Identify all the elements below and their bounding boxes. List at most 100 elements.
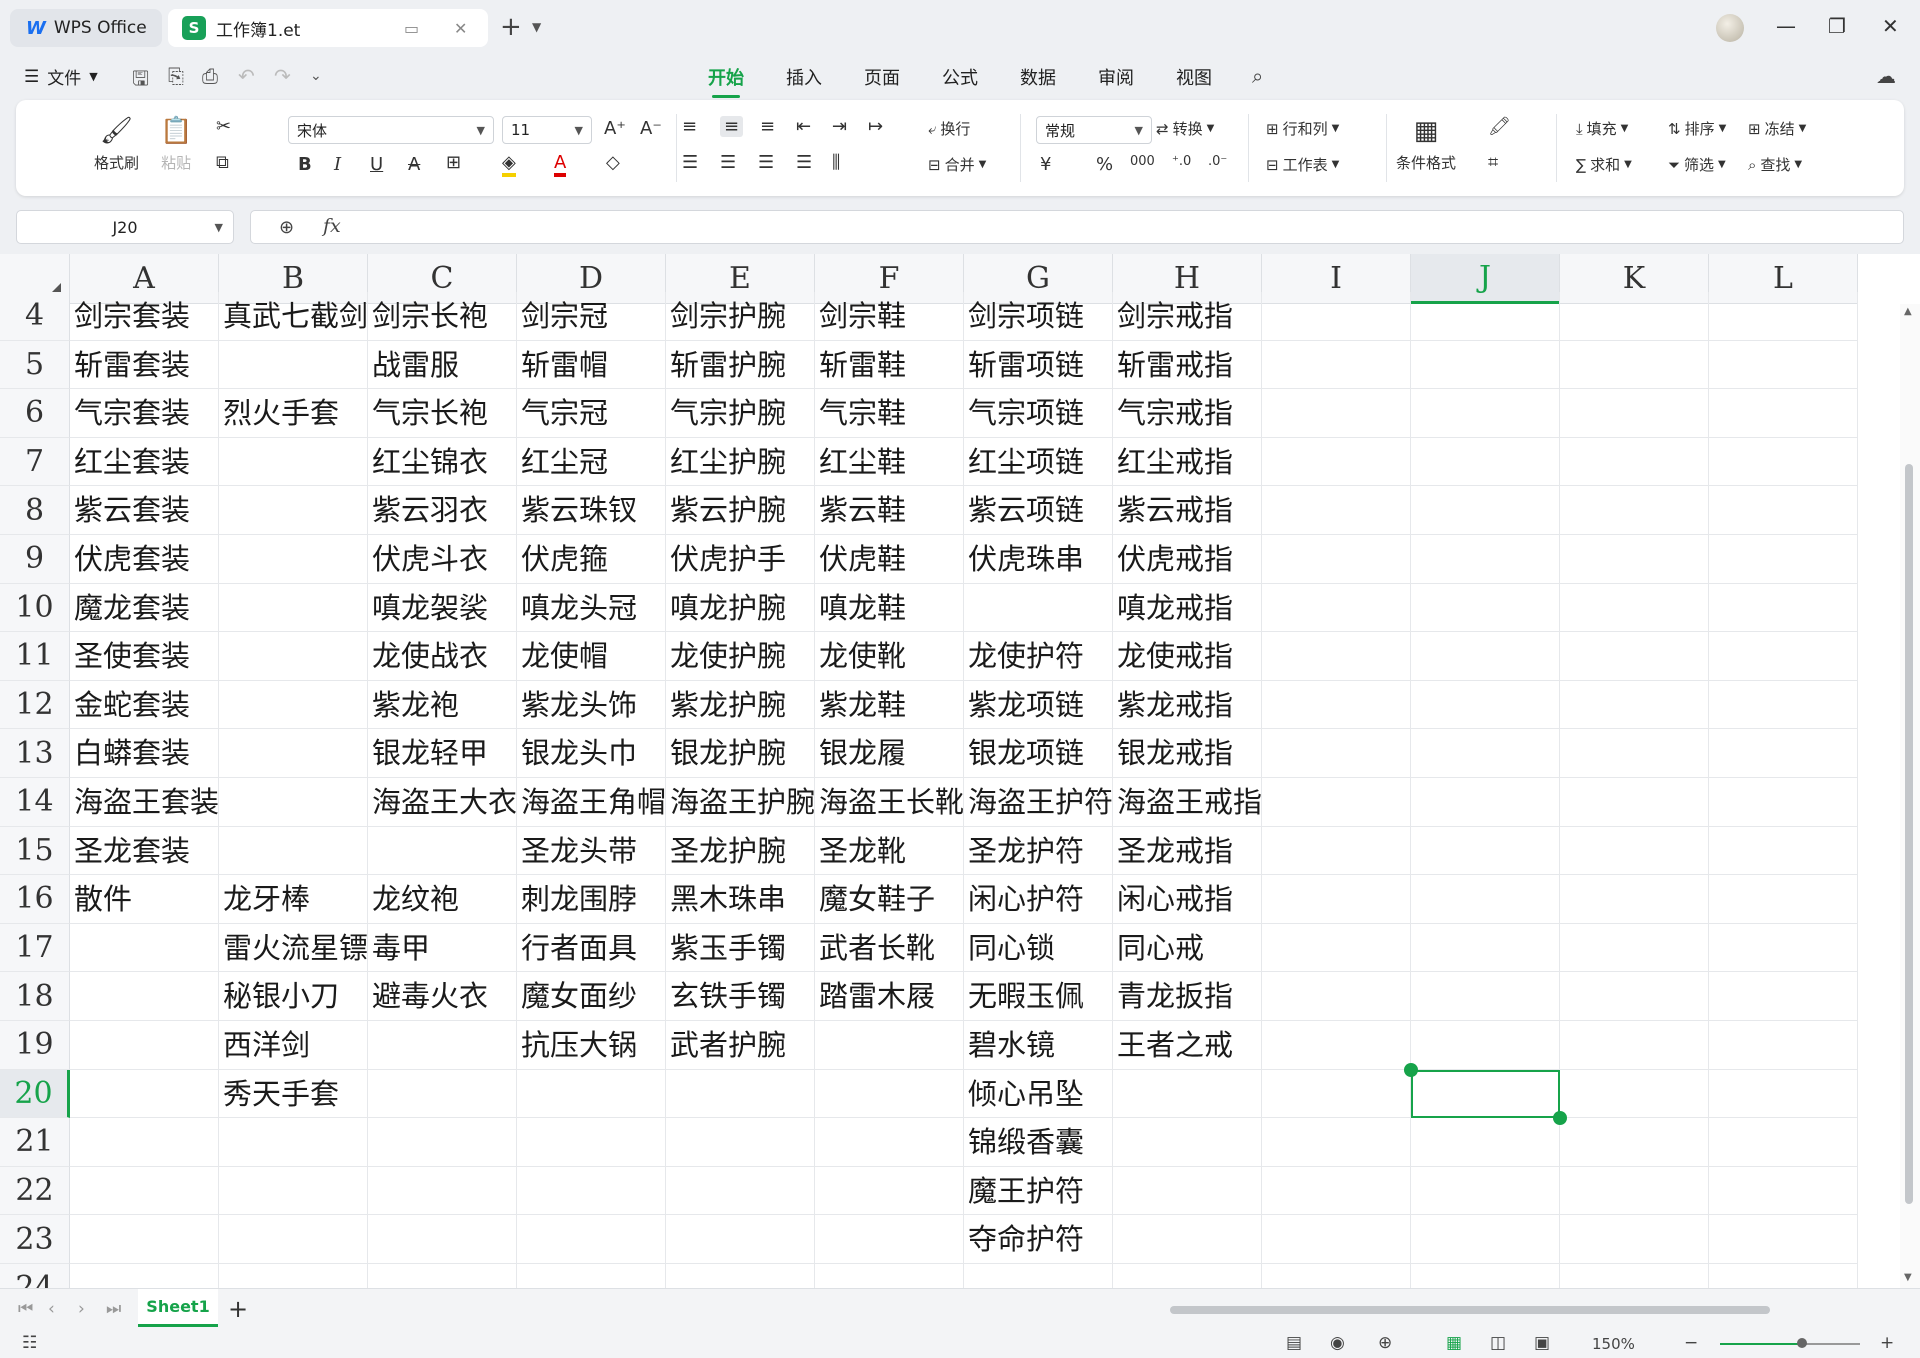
paste-button[interactable]: 📋 粘贴: [160, 116, 192, 173]
cell-c19[interactable]: [368, 1021, 517, 1070]
filter-button[interactable]: ⏷ 筛选 ▼: [1668, 154, 1726, 175]
cell-b22[interactable]: [219, 1166, 368, 1216]
cell-l11[interactable]: [1709, 632, 1858, 681]
cell-b9[interactable]: [219, 535, 368, 584]
cell-d24[interactable]: [517, 1264, 666, 1288]
align-center-icon[interactable]: ☰: [720, 152, 736, 173]
cell-i12[interactable]: [1262, 680, 1411, 730]
cell-d12[interactable]: 紫龙头饰: [517, 680, 666, 730]
cell-l21[interactable]: [1709, 1118, 1858, 1167]
sheet-tab-sheet1[interactable]: Sheet1: [138, 1289, 218, 1327]
cell-j12[interactable]: [1411, 680, 1560, 730]
cell-g16[interactable]: 闲心护符: [964, 875, 1113, 924]
cell-c10[interactable]: 嗔龙袈裟: [368, 583, 517, 633]
cell-g10[interactable]: [964, 583, 1113, 633]
cell-i21[interactable]: [1262, 1118, 1411, 1167]
user-avatar[interactable]: [1716, 14, 1744, 42]
cell-style-icon[interactable]: 🖍: [1488, 116, 1511, 137]
row-header-6[interactable]: 6: [0, 389, 70, 438]
cell-d11[interactable]: 龙使帽: [517, 632, 666, 681]
strikethrough-icon[interactable]: A: [408, 154, 420, 175]
justify-icon[interactable]: ☰: [796, 152, 812, 173]
cell-f15[interactable]: 圣龙靴: [815, 826, 964, 876]
italic-icon[interactable]: I: [334, 154, 341, 175]
row-header-8[interactable]: 8: [0, 486, 70, 535]
cut-icon[interactable]: ✂: [216, 116, 231, 137]
normal-view-icon[interactable]: ▦: [1446, 1333, 1462, 1353]
row-header-18[interactable]: 18: [0, 972, 70, 1021]
cell-k15[interactable]: [1560, 826, 1709, 876]
cell-f13[interactable]: 银龙履: [815, 729, 964, 778]
row-header-21[interactable]: 21: [0, 1118, 70, 1167]
zoom-formula-icon[interactable]: ⊕: [279, 217, 294, 238]
cell-d18[interactable]: 魔女面纱: [517, 972, 666, 1021]
cell-l8[interactable]: [1709, 486, 1858, 535]
cell-j14[interactable]: [1411, 778, 1560, 827]
cell-k6[interactable]: [1560, 389, 1709, 438]
cell-f16[interactable]: 魔女鞋子: [815, 875, 964, 924]
font-size-select[interactable]: 11 ▼: [502, 116, 592, 144]
cell-j19[interactable]: [1411, 1021, 1560, 1070]
cell-a7[interactable]: 红尘套装: [70, 437, 219, 487]
cell-g22[interactable]: 魔王护符: [964, 1166, 1113, 1216]
tab-list-chevron-icon[interactable]: ▼: [532, 20, 541, 34]
cell-a16[interactable]: 散件: [70, 875, 219, 924]
cell-a6[interactable]: 气宗套装: [70, 389, 219, 438]
row-header-23[interactable]: 23: [0, 1215, 70, 1264]
row-header-4[interactable]: 4: [0, 292, 70, 341]
cell-e6[interactable]: 气宗护腕: [666, 389, 815, 438]
cell-h15[interactable]: 圣龙戒指: [1113, 826, 1262, 876]
row-header-19[interactable]: 19: [0, 1021, 70, 1070]
cell-l17[interactable]: [1709, 923, 1858, 973]
page-layout-icon[interactable]: ◫: [1490, 1333, 1506, 1353]
cell-a19[interactable]: [70, 1021, 219, 1070]
cell-c22[interactable]: [368, 1166, 517, 1216]
print-icon[interactable]: ⎙: [202, 64, 218, 88]
cell-g7[interactable]: 红尘项链: [964, 437, 1113, 487]
cell-d23[interactable]: [517, 1215, 666, 1264]
cell-e8[interactable]: 紫云护腕: [666, 486, 815, 535]
cell-f22[interactable]: [815, 1166, 964, 1216]
increase-decimal-icon[interactable]: ⁺.0: [1172, 154, 1191, 169]
cell-d10[interactable]: 嗔龙头冠: [517, 583, 666, 633]
cell-j23[interactable]: [1411, 1215, 1560, 1264]
cell-f11[interactable]: 龙使靴: [815, 632, 964, 681]
cell-j5[interactable]: [1411, 340, 1560, 390]
cell-f14[interactable]: 海盗王长靴: [815, 778, 964, 827]
save-icon[interactable]: 🖫: [132, 64, 149, 98]
formula-input[interactable]: ⊕ fx: [250, 210, 1904, 244]
cell-c23[interactable]: [368, 1215, 517, 1264]
cell-e21[interactable]: [666, 1118, 815, 1167]
cell-i6[interactable]: [1262, 389, 1411, 438]
cell-e10[interactable]: 嗔龙护腕: [666, 583, 815, 633]
cell-b12[interactable]: [219, 680, 368, 730]
cell-f21[interactable]: [815, 1118, 964, 1167]
cell-h17[interactable]: 同心戒: [1113, 923, 1262, 973]
decrease-decimal-icon[interactable]: .0⁻: [1208, 154, 1227, 169]
cell-g24[interactable]: [964, 1264, 1113, 1288]
tab-data[interactable]: 数据: [1020, 64, 1056, 90]
cell-i18[interactable]: [1262, 972, 1411, 1021]
indent-icon[interactable]: ⇥: [832, 116, 847, 137]
horizontal-scroll-thumb[interactable]: [1170, 1306, 1770, 1314]
cell-l10[interactable]: [1709, 583, 1858, 633]
cell-j18[interactable]: [1411, 972, 1560, 1021]
macro-icon[interactable]: ☷: [22, 1333, 37, 1353]
cell-a15[interactable]: 圣龙套装: [70, 826, 219, 876]
cell-g17[interactable]: 同心锁: [964, 923, 1113, 973]
cell-d6[interactable]: 气宗冠: [517, 389, 666, 438]
cell-e13[interactable]: 银龙护腕: [666, 729, 815, 778]
zoom-in-icon[interactable]: +: [1880, 1333, 1894, 1353]
cell-f17[interactable]: 武者长靴: [815, 923, 964, 973]
align-top-icon[interactable]: ≡: [682, 116, 697, 137]
cell-e4[interactable]: 剑宗护腕: [666, 292, 815, 341]
cell-l12[interactable]: [1709, 680, 1858, 730]
cell-g21[interactable]: 锦缎香囊: [964, 1118, 1113, 1167]
cell-j15[interactable]: [1411, 826, 1560, 876]
cell-e17[interactable]: 紫玉手镯: [666, 923, 815, 973]
row-header-7[interactable]: 7: [0, 437, 70, 487]
cell-g8[interactable]: 紫云项链: [964, 486, 1113, 535]
underline-icon[interactable]: U: [370, 154, 383, 175]
cell-k14[interactable]: [1560, 778, 1709, 827]
cell-i8[interactable]: [1262, 486, 1411, 535]
